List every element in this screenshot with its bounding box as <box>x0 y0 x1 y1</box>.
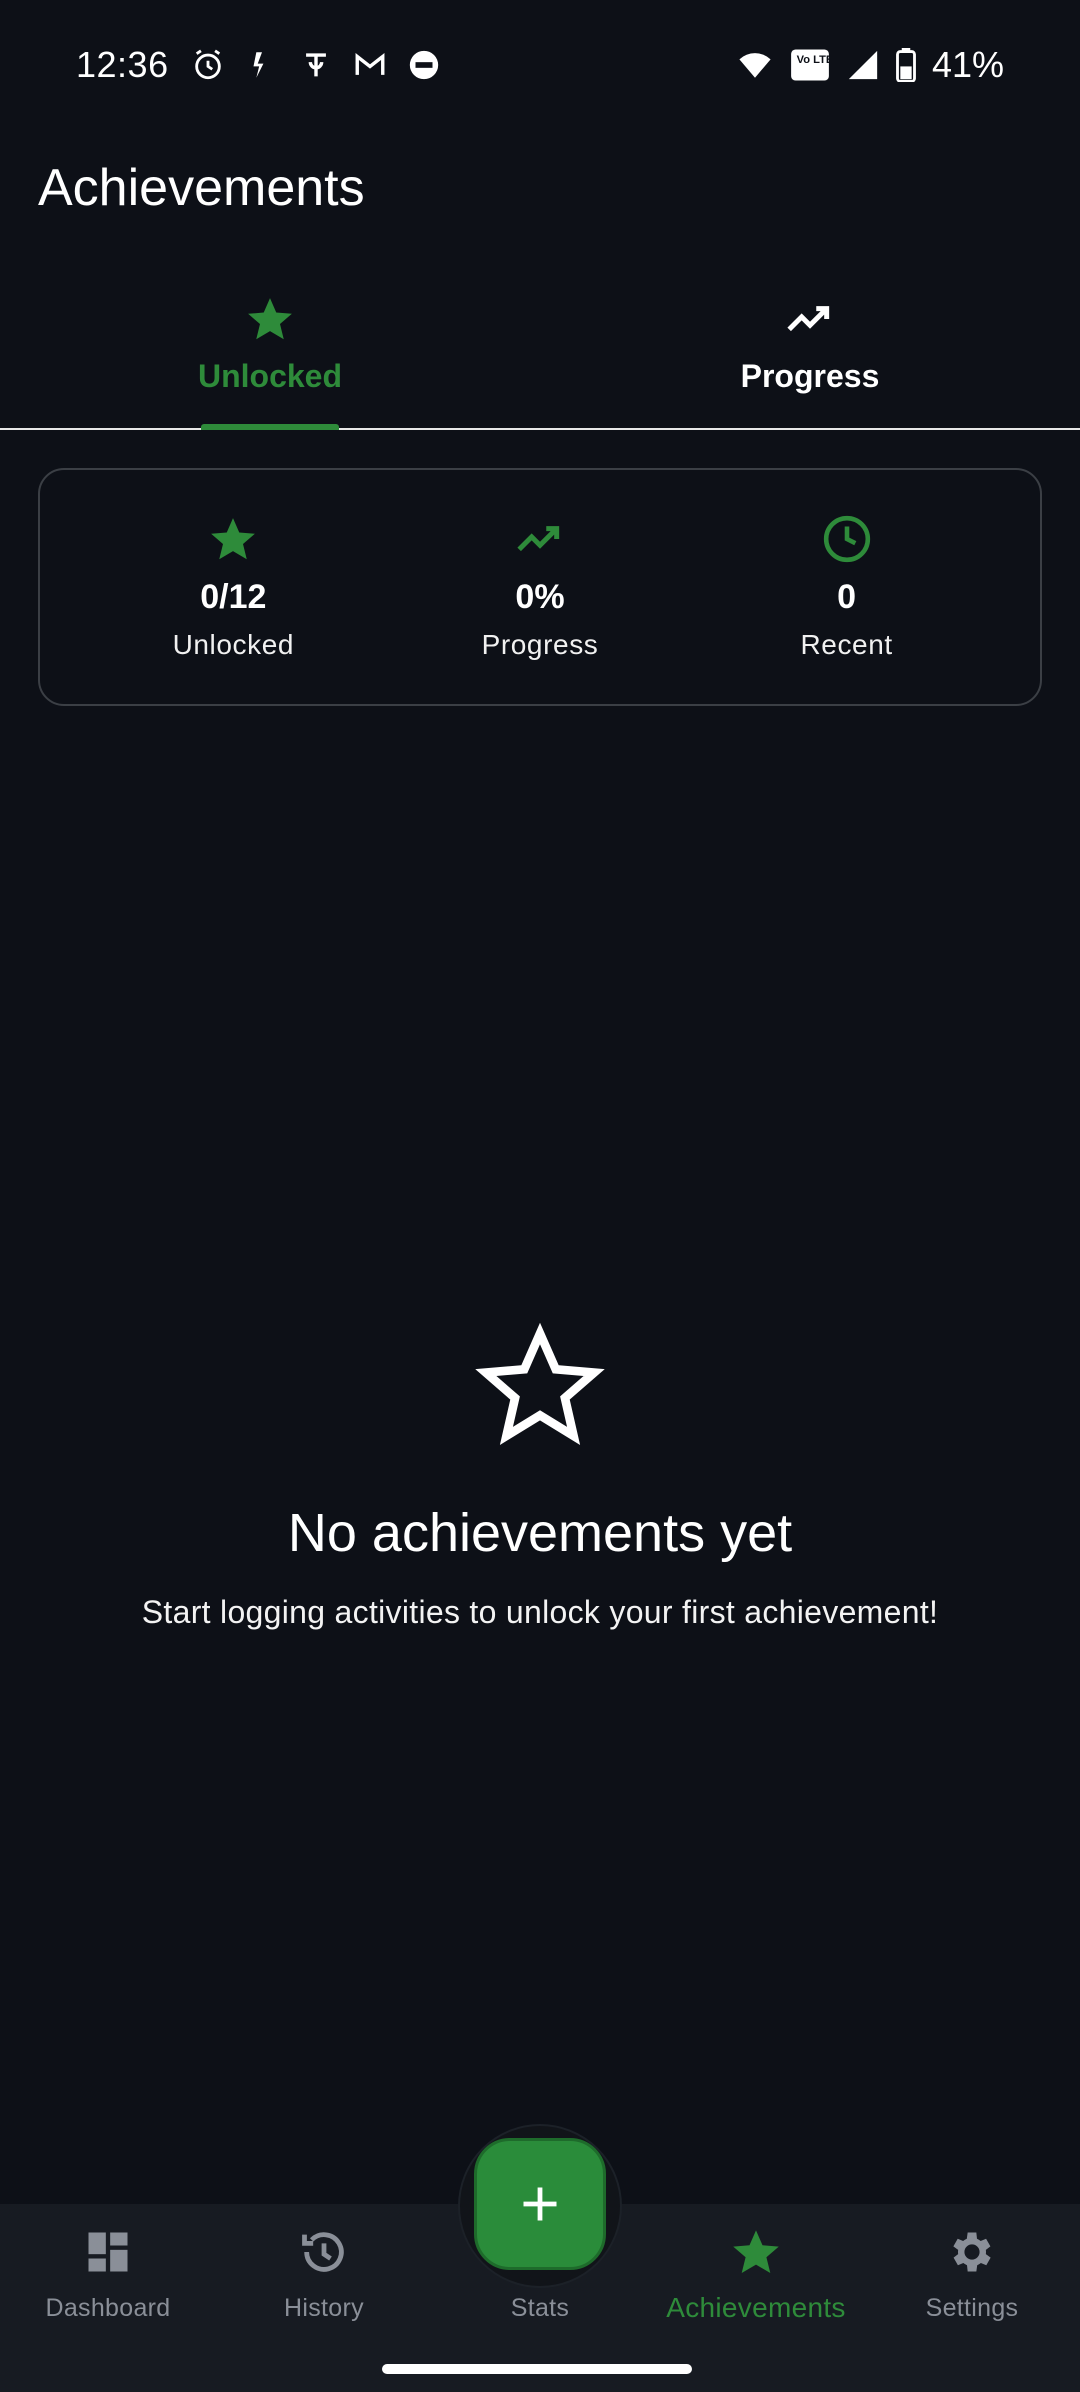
stat-value: 0/12 <box>200 577 267 616</box>
star-icon <box>211 517 256 559</box>
nav-settings[interactable]: Settings <box>864 2204 1080 2392</box>
battery-percentage: 41% <box>931 44 1004 85</box>
add-icon <box>523 2187 557 2221</box>
stat-progress: 0% Progress <box>410 514 670 661</box>
alarm-icon <box>194 49 221 80</box>
signal-icon <box>848 50 878 80</box>
svg-text:Vo LTE: Vo LTE <box>797 54 830 66</box>
stat-label: Unlocked <box>172 628 295 660</box>
volte-icon: Vo LTE <box>791 49 830 81</box>
add-activity-button[interactable] <box>474 2138 606 2270</box>
empty-state-subtitle: Start logging activities to unlock your … <box>141 1594 939 1630</box>
nav-label: Achievements <box>666 2292 846 2323</box>
star-icon <box>733 2230 779 2274</box>
tab-progress[interactable]: Progress <box>540 280 1080 428</box>
status-icons-left <box>191 48 441 82</box>
nav-dashboard[interactable]: Dashboard <box>0 2204 216 2392</box>
star-icon <box>248 298 292 340</box>
tab-bar: Unlocked Progress <box>0 280 1080 430</box>
tab-indicator <box>201 424 339 430</box>
notification-icon <box>253 52 264 78</box>
status-icons-right: Vo LTE 41% <box>736 44 1004 86</box>
empty-state: No achievements yet Start logging activi… <box>0 1320 1080 1631</box>
stat-label: Progress <box>481 628 599 660</box>
stat-value: 0% <box>515 577 565 616</box>
status-bar: 12:36 Vo LTE 41% <box>0 0 1080 130</box>
history-icon <box>302 2232 344 2272</box>
stat-value: 0 <box>837 577 857 616</box>
home-indicator[interactable] <box>382 2364 692 2374</box>
nav-label: History <box>284 2294 364 2322</box>
dashboard-icon <box>88 2232 128 2272</box>
nav-label: Stats <box>510 2294 570 2322</box>
nav-label: Dashboard <box>45 2294 171 2322</box>
stat-recent: 0 Recent <box>717 514 977 661</box>
gmail-icon <box>355 53 385 75</box>
payment-icon <box>305 53 326 77</box>
stat-label: Recent <box>800 628 893 660</box>
status-time: 12:36 <box>76 44 169 85</box>
wifi-icon <box>739 53 771 78</box>
stat-unlocked: 0/12 Unlocked <box>103 514 363 661</box>
nav-label: Settings <box>925 2294 1019 2322</box>
page-title: Achievements <box>38 159 365 217</box>
trending-up-icon <box>517 525 560 551</box>
star-outline-icon <box>475 1322 605 1445</box>
trending-up-icon <box>787 306 830 332</box>
empty-state-title: No achievements yet <box>287 1503 793 1563</box>
tab-unlocked[interactable]: Unlocked <box>0 280 540 430</box>
clock-icon <box>823 515 870 562</box>
gear-icon <box>953 2232 991 2272</box>
tab-label: Unlocked <box>197 358 343 394</box>
app-icon <box>409 50 438 80</box>
summary-card: 0/12 Unlocked 0% Progress 0 Recent <box>38 468 1042 706</box>
achievements-screen: 12:36 Vo LTE 41% Achievements Unlocked P… <box>0 0 1080 2392</box>
tab-label: Progress <box>740 358 880 394</box>
battery-icon <box>896 48 916 82</box>
